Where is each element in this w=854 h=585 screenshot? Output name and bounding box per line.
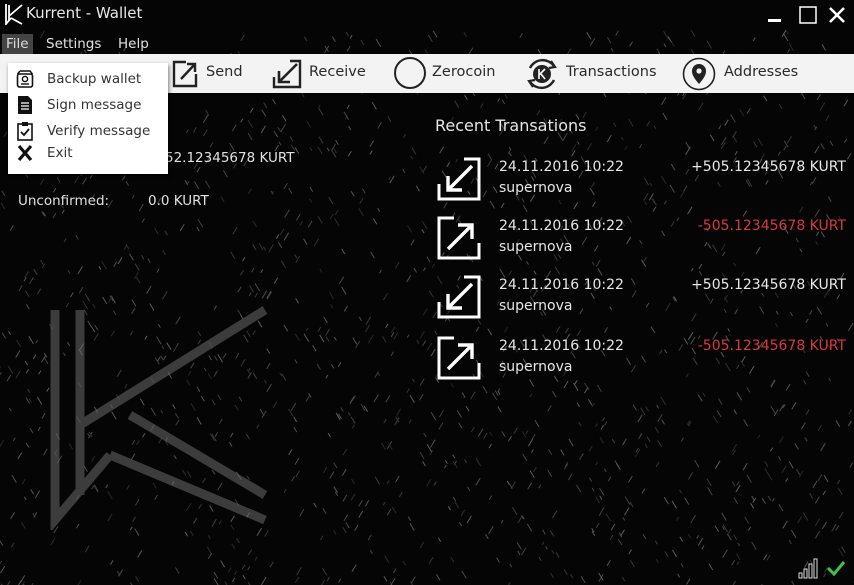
transaction-amount: -505.12345678 KURT — [697, 338, 846, 354]
addresses-icon — [682, 57, 716, 91]
toolbar-send[interactable]: Send — [170, 54, 250, 93]
signal-bars-icon — [798, 558, 818, 579]
transactions-icon — [527, 58, 557, 90]
menu-item-sign-message[interactable]: Sign message — [8, 93, 168, 117]
kurrent-watermark-logo — [50, 306, 268, 530]
transaction-label: supernova — [499, 298, 573, 314]
send-label: Send — [206, 64, 243, 80]
transaction-label: supernova — [499, 239, 573, 255]
transaction-date: 24.11.2016 10:22 — [499, 218, 624, 234]
transaction-row[interactable]: 24.11.2016 10:22 supernova -505.12345678 K… — [436, 215, 846, 267]
transactions-label: Transactions — [566, 64, 657, 80]
title-bar: Kurrent - Wallet — [0, 0, 854, 30]
receive-arrow-icon — [437, 275, 481, 319]
addresses-label: Addresses — [724, 64, 799, 80]
menu-help[interactable]: Help — [118, 34, 149, 54]
receive-icon — [272, 59, 302, 89]
receive-arrow-icon — [437, 157, 481, 201]
transaction-date: 24.11.2016 10:22 — [499, 338, 624, 354]
transaction-row[interactable]: 24.11.2016 10:22 supernova -505.12345678 K… — [436, 335, 846, 387]
kurrent-logo-icon — [5, 4, 23, 25]
available-balance-value: 52.12345678 KURT — [165, 150, 295, 166]
toolbar-addresses[interactable]: Addresses — [682, 54, 802, 93]
unconfirmed-value: 0.0 KURT — [148, 193, 209, 209]
transaction-row[interactable]: 24.11.2016 10:22 supernova +505.12345678 K… — [436, 274, 846, 326]
maximize-icon[interactable] — [797, 4, 819, 26]
transaction-date: 24.11.2016 10:22 — [499, 277, 624, 293]
unconfirmed-label: Unconfirmed: — [18, 193, 110, 209]
toolbar-transactions[interactable]: Transactions — [524, 54, 664, 93]
exit-label: Exit — [47, 145, 73, 161]
menu-item-exit[interactable]: Exit — [8, 141, 168, 165]
send-icon — [172, 60, 198, 88]
window-title: Kurrent - Wallet — [26, 4, 143, 22]
toolbar-receive[interactable]: Receive — [270, 54, 370, 93]
backup-wallet-label: Backup wallet — [47, 71, 142, 87]
receive-label: Receive — [309, 64, 366, 80]
clipboard-check-icon — [17, 122, 33, 141]
send-arrow-icon — [437, 216, 481, 260]
toolbar-zerocoin[interactable]: Zerocoin — [393, 54, 503, 93]
verify-message-label: Verify message — [47, 123, 151, 139]
transaction-label: supernova — [499, 180, 573, 196]
sign-message-label: Sign message — [47, 97, 142, 113]
sync-check-icon — [826, 561, 846, 577]
menu-file[interactable]: File — [2, 34, 33, 54]
transaction-label: supernova — [499, 359, 573, 375]
minimize-icon[interactable] — [764, 4, 786, 26]
transaction-amount: -505.12345678 KURT — [697, 218, 846, 234]
transaction-date: 24.11.2016 10:22 — [499, 159, 624, 175]
zerocoin-label: Zerocoin — [432, 64, 496, 80]
transaction-amount: +505.12345678 KURT — [691, 277, 846, 293]
transaction-amount: +505.12345678 KURT — [691, 159, 846, 175]
x-icon — [17, 144, 33, 162]
close-icon[interactable] — [826, 4, 848, 26]
document-icon — [18, 96, 32, 114]
hard-drive-icon — [16, 70, 34, 88]
menu-item-backup-wallet[interactable]: Backup wallet — [8, 67, 168, 91]
send-arrow-icon — [437, 336, 481, 380]
recent-transactions-title: Recent Transations — [435, 116, 587, 135]
menu-item-verify-message[interactable]: Verify message — [8, 119, 168, 143]
transaction-row[interactable]: 24.11.2016 10:22 supernova +505.12345678 K… — [436, 156, 846, 208]
menu-settings[interactable]: Settings — [46, 34, 101, 54]
zerocoin-icon — [394, 57, 426, 89]
file-menu-dropdown: Backup wallet Sign message Verify messag… — [8, 63, 168, 174]
